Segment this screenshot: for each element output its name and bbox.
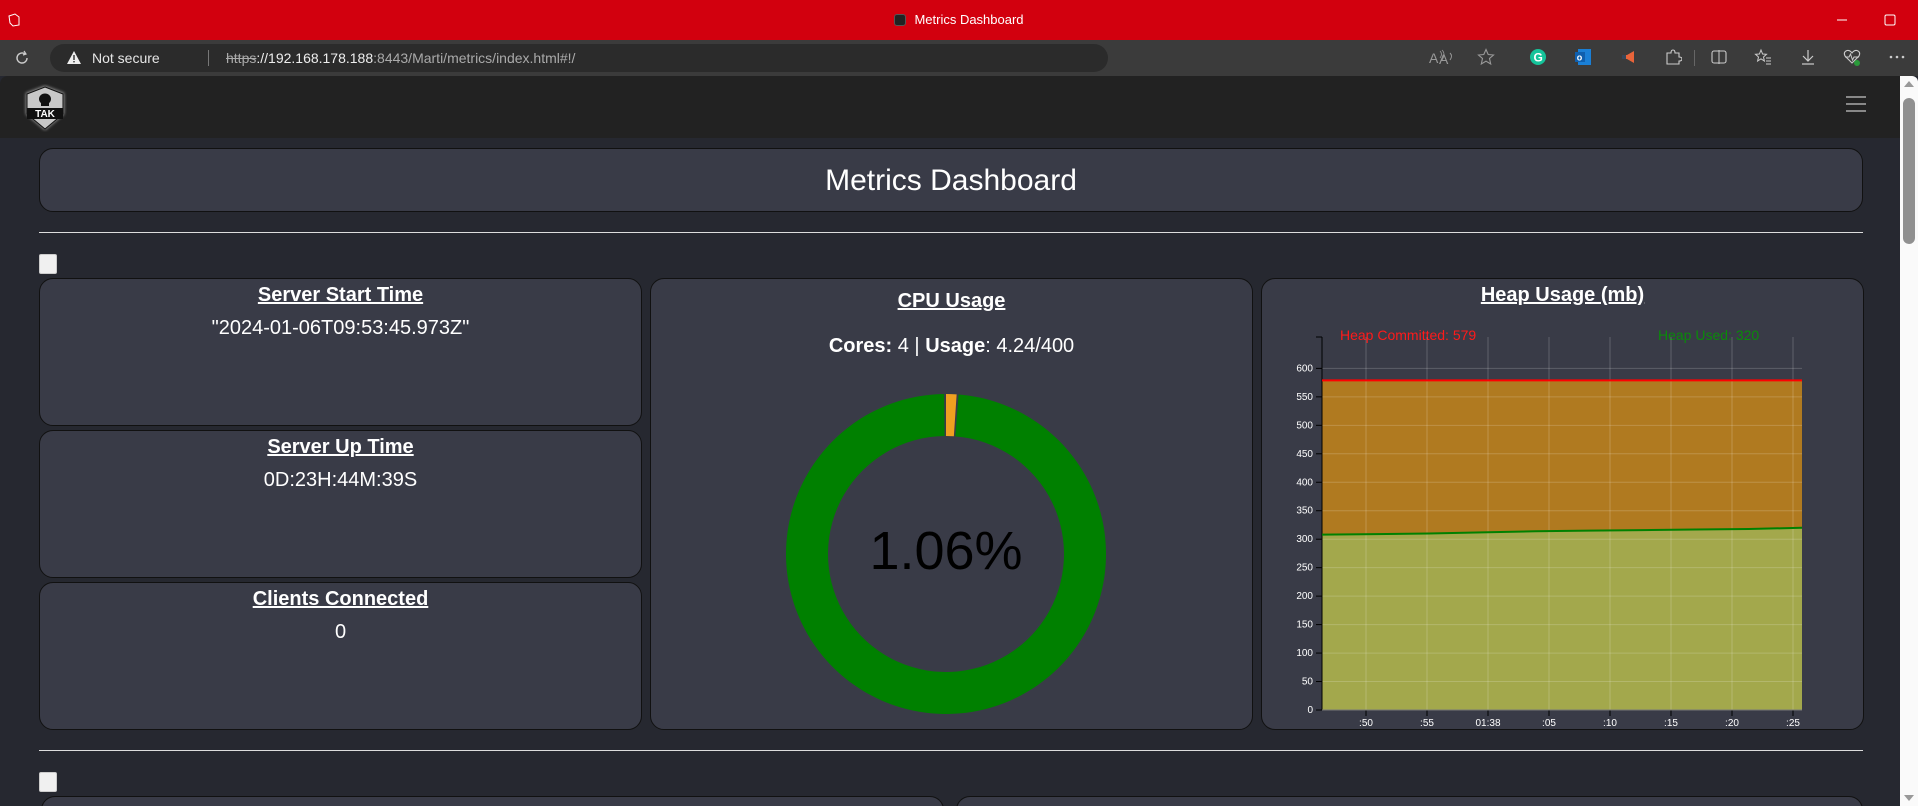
divider (208, 50, 209, 66)
card-title: Server Start Time (257, 284, 424, 306)
separator: | (914, 335, 920, 357)
scroll-down-arrow-icon[interactable] (1904, 795, 1914, 801)
y-tick-label: 600 (1296, 363, 1313, 374)
y-tick-label: 500 (1296, 420, 1313, 431)
not-secure-label[interactable]: Not secure (92, 50, 160, 66)
reload-icon[interactable] (12, 48, 32, 68)
usage-label: Usage (925, 335, 986, 357)
warning-triangle-icon[interactable] (66, 50, 82, 66)
usage-value: : 4.24/400 (985, 335, 1075, 357)
toolbar-divider (1694, 50, 1695, 66)
y-tick-label: 450 (1296, 449, 1313, 460)
window-title: Metrics Dashboard (0, 12, 1918, 27)
window-title-text: Metrics Dashboard (914, 12, 1024, 27)
cores-label: Cores: (828, 335, 893, 357)
card-title: CPU Usage (897, 290, 1006, 312)
y-tick-label: 300 (1296, 534, 1313, 545)
y-tick-label: 250 (1296, 563, 1313, 574)
heap-usage-card: Heap Usage (mb) Heap Committed: 579 Heap… (1261, 278, 1864, 730)
svg-text:A: A (1429, 50, 1439, 66)
read-aloud-icon[interactable]: A (1428, 48, 1446, 66)
x-tick-label: 01:38 (1475, 718, 1500, 729)
x-tick-label: :10 (1603, 718, 1617, 729)
cpu-donut-chart: 1.06% (786, 394, 1106, 714)
outlook-extension-icon[interactable]: o (1574, 48, 1592, 66)
section-divider (39, 232, 1863, 233)
x-tick-label: :25 (1786, 718, 1800, 729)
y-tick-label: 100 (1296, 648, 1313, 659)
lower-right-card (956, 796, 1863, 806)
section-divider (39, 750, 1863, 751)
tak-logo[interactable]: TAK (22, 84, 68, 132)
heap-used-area (1322, 527, 1802, 710)
url-text[interactable]: https://192.168.178.188:8443/Marti/metri… (226, 50, 575, 66)
section-collapse-button[interactable] (39, 772, 57, 792)
more-menu-icon[interactable] (1888, 48, 1906, 66)
browser-title-bar: Metrics Dashboard (0, 0, 1918, 40)
x-tick-label: :15 (1664, 718, 1678, 729)
maximize-icon[interactable] (1880, 10, 1900, 30)
y-tick-label: 0 (1307, 705, 1313, 716)
hamburger-line (1846, 103, 1866, 105)
card-title: Clients Connected (252, 588, 429, 610)
top-navbar: TAK (0, 76, 1900, 138)
heap-area-chart: 0 50 100 150 200 250 300 350 400 450 500 550 600 :50:… (1296, 336, 1803, 729)
browser-toolbar: Not secure https://192.168.178.188:8443/… (0, 40, 1918, 76)
section-collapse-button[interactable] (39, 254, 57, 274)
y-tick-label: 50 (1302, 677, 1314, 688)
y-tick-label: 350 (1296, 506, 1313, 517)
server-up-time-card: Server Up Time 0D:23H:44M:39S (39, 430, 642, 578)
site-favicon-icon (894, 14, 907, 26)
clients-connected-card: Clients Connected 0 (39, 582, 642, 730)
y-tick-label: 150 (1296, 620, 1313, 631)
page-scrollbar[interactable] (1900, 76, 1918, 806)
donut-slice-used (946, 394, 957, 437)
page-title: Metrics Dashboard (825, 164, 1077, 197)
page-title-card: Metrics Dashboard (39, 148, 1863, 212)
lower-left-card (41, 796, 944, 806)
x-tick-label: :05 (1542, 718, 1556, 729)
menu-hamburger-button[interactable] (1846, 96, 1866, 114)
address-bar[interactable]: Not secure https://192.168.178.188:8443/… (50, 44, 1452, 72)
browser-essentials-heart-icon[interactable] (1843, 48, 1861, 66)
x-tick-label: :50 (1359, 718, 1373, 729)
cpu-usage-card: CPU Usage Cores: 4 | Usage: 4.24/400 1.0… (650, 278, 1253, 730)
extensions-puzzle-icon[interactable] (1664, 48, 1682, 66)
y-tick-label: 550 (1296, 392, 1313, 403)
url-host: ://192.168.178.188 (256, 50, 374, 66)
downloads-icon[interactable] (1799, 48, 1817, 66)
server-up-time-value: 0D:23H:44M:39S (263, 469, 418, 491)
cpu-summary: Cores: 4 | Usage: 4.24/400 (651, 335, 1252, 358)
server-start-time-card: Server Start Time "2024-01-06T09:53:45.9… (39, 278, 642, 426)
server-start-time-value: "2024-01-06T09:53:45.973Z" (211, 317, 470, 339)
scrollbar-thumb[interactable] (1903, 98, 1915, 244)
y-tick-label: 400 (1296, 477, 1313, 488)
split-screen-icon[interactable] (1710, 48, 1728, 66)
url-path: :8443/Marti/metrics/index.html#!/ (373, 50, 576, 66)
page-content: TAK Metrics Dashboard Server Start Time … (0, 76, 1900, 806)
url-scheme: https (226, 50, 257, 66)
megaphone-extension-icon[interactable] (1620, 48, 1638, 66)
svg-text:G: G (1534, 51, 1543, 65)
y-tick-label: 200 (1296, 591, 1313, 602)
card-title: Server Up Time (267, 436, 414, 458)
x-tick-label: :55 (1420, 718, 1434, 729)
x-tick-label: :20 (1725, 718, 1739, 729)
favorites-list-icon[interactable] (1754, 48, 1772, 66)
logo-text: TAK (35, 109, 56, 120)
grammarly-extension-icon[interactable]: G (1529, 48, 1547, 66)
cores-value: 4 (897, 335, 909, 357)
favorite-star-icon[interactable] (1477, 48, 1495, 66)
clients-connected-value: 0 (334, 621, 347, 643)
hamburger-line (1846, 110, 1866, 112)
minimize-icon[interactable] (1832, 10, 1852, 30)
cpu-percent-label: 1.06% (869, 521, 1022, 581)
hamburger-line (1846, 96, 1866, 98)
scroll-up-arrow-icon[interactable] (1904, 81, 1914, 87)
svg-text:o: o (1577, 53, 1583, 63)
